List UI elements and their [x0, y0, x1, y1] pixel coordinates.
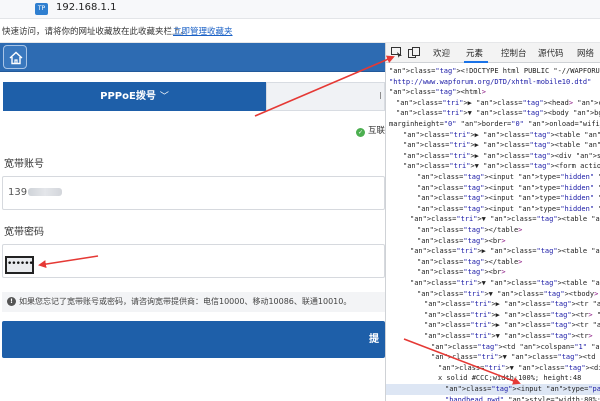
dom-line[interactable]: "an">class="tri">▶ "an">class="tag"><hea… — [386, 98, 600, 109]
home-button[interactable] — [3, 45, 27, 69]
dom-line[interactable]: "an">class="tri">▼ "an">class="tag"><tab… — [386, 278, 600, 289]
password-value-highlight: •••••• — [5, 256, 34, 274]
dom-line[interactable]: "an">class="tri">▼ "an">class="tag"><for… — [386, 161, 600, 172]
chevron-down-icon: ﹀ — [159, 92, 169, 102]
dom-line[interactable]: marginheight="0" "an">border="0" "an">on… — [386, 119, 600, 130]
dom-line[interactable]: "an">class="tri">▼ "an">class="tag"><tr> — [386, 331, 600, 342]
devtools-panel: 欢迎 元素 控制台 源代码 网络 "an">class="tag"><!DOCT… — [385, 43, 600, 401]
dom-line[interactable]: "an">class="tri">▶ "an">class="tag"><tr … — [386, 320, 600, 331]
devtools-tab-welcome[interactable]: 欢迎 — [433, 47, 450, 59]
forgot-credentials-notice: ! 如果您忘记了宽带账号或密码，请咨询宽带提供商：电信10000、移动10086… — [2, 292, 385, 312]
site-favicon-icon: TP — [35, 3, 48, 15]
dom-line[interactable]: "an">class="tri">▶ "an">class="tag"><tab… — [386, 246, 600, 257]
dom-line[interactable]: "an">class="tri">▼ "an">class="tag"><tab… — [386, 214, 600, 225]
dom-line[interactable]: "an">class="tag"></table> — [386, 225, 600, 236]
check-icon: ✓ — [356, 128, 365, 137]
info-icon: ! — [7, 297, 16, 306]
dom-line[interactable]: "an">class="tri">▶ "an">class="tag"><tab… — [386, 130, 600, 141]
dom-line[interactable]: "an">class="tri">▼ "an">class="tag"><bod… — [386, 108, 600, 119]
devtools-tab-sources[interactable]: 源代码 — [538, 47, 564, 59]
password-field[interactable] — [2, 244, 385, 278]
dom-line[interactable]: "an">class="tag"><br> — [386, 267, 600, 278]
inspect-element-icon[interactable] — [391, 47, 403, 58]
dom-line[interactable]: "an">class="tri">▼ "an">class="tag"><td … — [386, 352, 600, 363]
submit-button[interactable]: 提 — [2, 321, 385, 358]
dom-line[interactable]: x solid #CCC;width:100%; height:48 — [386, 373, 600, 384]
dom-line[interactable]: "an">class="tri">▶ "an">class="tag"><tr … — [386, 299, 600, 310]
url-text[interactable]: 192.168.1.1 — [56, 2, 116, 13]
address-bar[interactable]: TP 192.168.1.1 — [0, 0, 600, 19]
devtools-tab-console[interactable]: 控制台 — [501, 47, 527, 59]
account-field[interactable]: 139 — [2, 176, 385, 210]
dom-line[interactable]: "an">class="tag"><input "an">type="hidde… — [386, 193, 600, 204]
dom-line[interactable]: "an">class="tag"></table> — [386, 257, 600, 268]
connection-status: ✓ 互联 — [356, 124, 385, 137]
devtools-tab-network[interactable]: 网络 — [577, 47, 594, 59]
account-value: 139 — [8, 187, 28, 198]
bookmark-bar: 快速访问，请将你的网址收藏放在此收藏夹栏上。 立即管理收藏夹 — [0, 19, 600, 43]
dom-line[interactable]: "an">class="tri">▼ "an">class="tag"><div… — [386, 363, 600, 374]
manage-favorites-link[interactable]: 立即管理收藏夹 — [173, 25, 233, 37]
router-top-bar — [0, 43, 385, 72]
dom-line-selected[interactable]: "an">class="tag"><input "an">type="passw… — [386, 384, 600, 395]
tab-pppoe-label: PPPoE拨号 — [100, 91, 156, 102]
dom-line[interactable]: "an">class="tag"><input "an">type="hidde… — [386, 204, 600, 215]
home-icon — [9, 51, 23, 65]
dom-line[interactable]: "bandhead pwd" "an">style="width:80%; — [386, 395, 600, 401]
active-tab-indicator — [464, 61, 488, 63]
dom-line[interactable]: "an">class="tag"><input "an">type="hidde… — [386, 172, 600, 183]
notice-text: 如果您忘记了宽带账号或密码，请咨询宽带提供商：电信10000、移动10086、联… — [19, 297, 352, 306]
dom-line[interactable]: "an">class="tag"><html> — [386, 87, 600, 98]
tab-other[interactable]: I — [266, 82, 385, 111]
blurred-account-digits — [28, 188, 63, 196]
dom-line[interactable]: "an">class="tri">▶ "an">class="tag"><div… — [386, 151, 600, 162]
account-label: 宽带账号 — [4, 159, 44, 170]
password-label: 宽带密码 — [4, 227, 44, 238]
devtools-tab-bar: 欢迎 元素 控制台 源代码 网络 — [386, 43, 600, 63]
dom-line[interactable]: "an">class="tag"><input "an">type="hidde… — [386, 183, 600, 194]
devtools-tab-elements[interactable]: 元素 — [466, 47, 483, 59]
dom-line[interactable]: "an">class="tri">▶ "an">class="tag"><tab… — [386, 140, 600, 151]
status-text: 互联 — [368, 126, 385, 136]
dom-line[interactable]: "http://www.wapforum.org/DTD/xhtml-mobil… — [386, 77, 600, 88]
screenshot-frame: TP 192.168.1.1 快速访问，请将你的网址收藏放在此收藏夹栏上。 立即… — [0, 0, 600, 401]
tab-pppoe[interactable]: PPPoE拨号 ﹀ — [3, 82, 266, 111]
dom-line[interactable]: "an">class="tri">▶ "an">class="tag"><tr>… — [386, 310, 600, 321]
dom-line[interactable]: "an">class="tag"><td "an">colspan="1" "a… — [386, 342, 600, 353]
dom-line[interactable]: "an">class="tag"><br> — [386, 236, 600, 247]
dom-line[interactable]: "an">class="tag"><!DOCTYPE html PUBLIC "… — [386, 66, 600, 77]
connection-tabs: PPPoE拨号 ﹀ I — [3, 82, 385, 111]
router-page: PPPoE拨号 ﹀ I ✓ 互联 宽带账号 139 宽带密码 •••••• ! 如果… — [0, 43, 385, 401]
dom-line[interactable]: "an">class="tri">▼ "an">class="tag"><tbo… — [386, 289, 600, 300]
bookmark-bar-hint: 快速访问，请将你的网址收藏放在此收藏夹栏上。 — [2, 27, 190, 37]
device-toolbar-icon[interactable] — [408, 47, 420, 58]
dom-tree[interactable]: "an">class="tag"><!DOCTYPE html PUBLIC "… — [386, 64, 600, 401]
